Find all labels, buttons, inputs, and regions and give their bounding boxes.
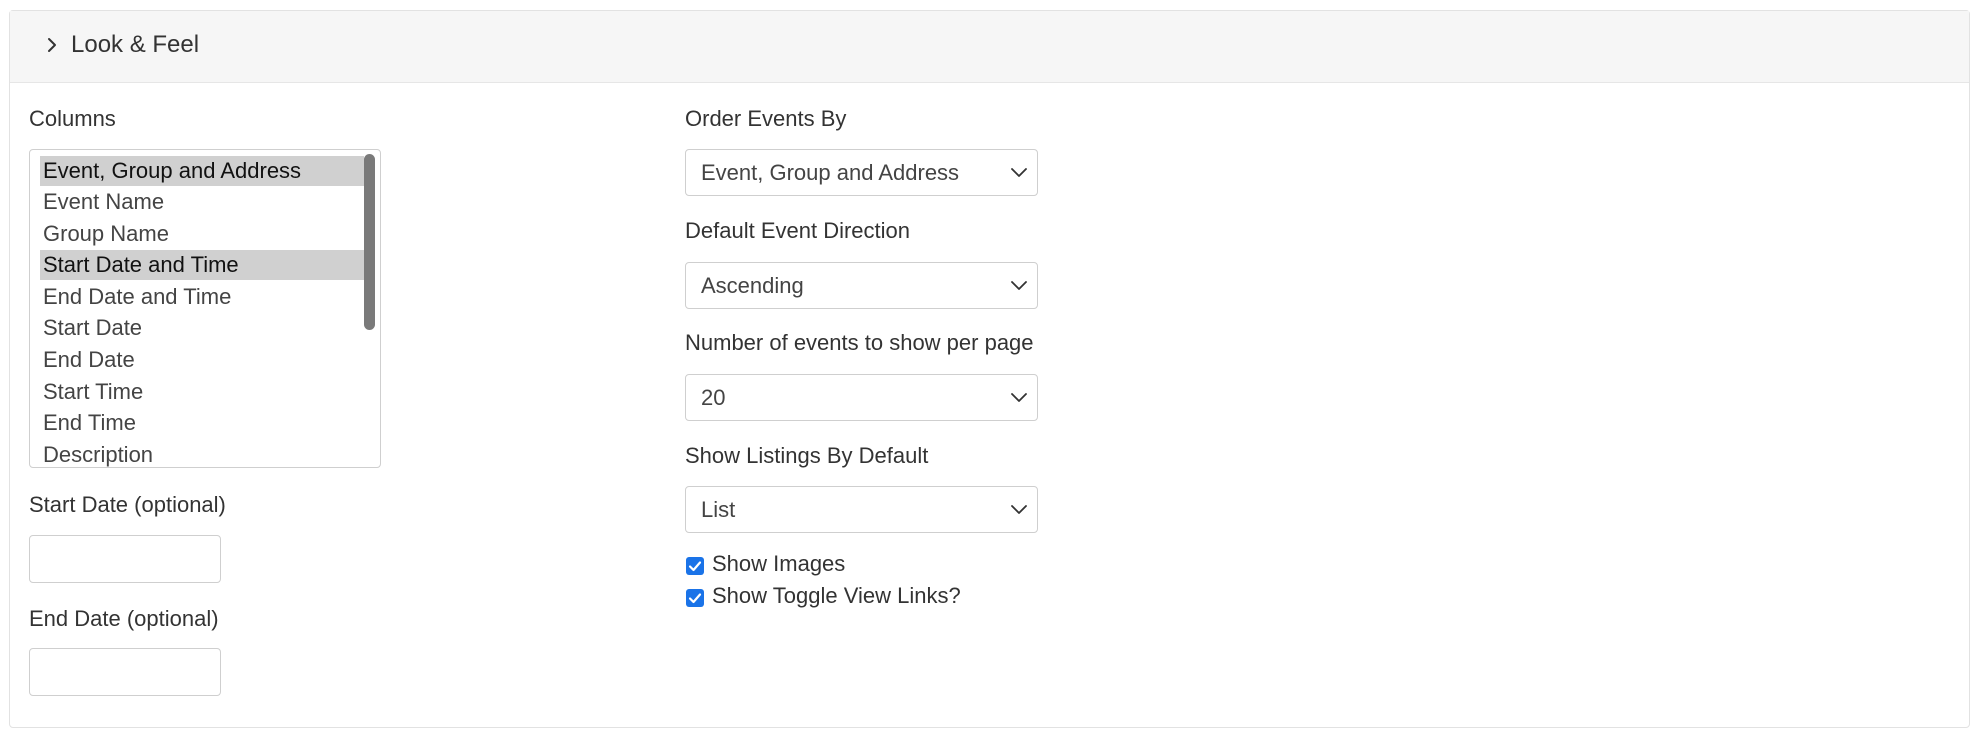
columns-option[interactable]: Group Name: [40, 219, 364, 249]
chevron-down-icon: [1011, 168, 1027, 177]
show-listings-label: Show Listings By Default: [685, 443, 929, 468]
columns-label: Columns: [29, 106, 116, 131]
chevron-down-icon: [1011, 281, 1027, 290]
end-date-input[interactable]: [29, 648, 221, 696]
columns-option[interactable]: Event, Group and Address: [40, 156, 364, 186]
check-icon: [688, 561, 702, 572]
show-images-checkbox[interactable]: [686, 557, 704, 575]
start-date-input[interactable]: [29, 535, 221, 583]
show-listings-select[interactable]: List: [685, 486, 1038, 533]
columns-option[interactable]: Start Time: [40, 377, 364, 407]
columns-option[interactable]: Start Date and Time: [40, 250, 364, 280]
events-per-page-select[interactable]: 20: [685, 374, 1038, 421]
columns-option[interactable]: End Date: [40, 345, 364, 375]
show-toggle-checkbox[interactable]: [686, 589, 704, 607]
panel-header[interactable]: Look & Feel: [10, 11, 1969, 83]
columns-option[interactable]: End Time: [40, 408, 364, 438]
columns-option[interactable]: Description: [40, 440, 364, 467]
order-events-select[interactable]: Event, Group and Address: [685, 149, 1038, 196]
columns-option[interactable]: Event Name: [40, 187, 364, 217]
chevron-down-icon: [1011, 505, 1027, 514]
listbox-scrollbar[interactable]: [364, 154, 375, 330]
chevron-down-icon: [1011, 393, 1027, 402]
order-events-value: Event, Group and Address: [701, 160, 960, 185]
chevron-right-icon[interactable]: [42, 35, 62, 55]
columns-multiselect[interactable]: Event, Group and Address Event Name Grou…: [29, 149, 381, 468]
default-direction-label: Default Event Direction: [685, 218, 910, 243]
check-icon: [688, 593, 702, 604]
show-images-label[interactable]: Show Images: [712, 551, 845, 577]
order-events-label: Order Events By: [685, 106, 847, 131]
events-per-page-label: Number of events to show per page: [685, 330, 1034, 355]
end-date-label: End Date (optional): [29, 606, 219, 631]
default-direction-select[interactable]: Ascending: [685, 262, 1038, 309]
default-direction-value: Ascending: [701, 273, 804, 298]
show-listings-value: List: [701, 497, 736, 522]
start-date-label: Start Date (optional): [29, 492, 226, 517]
show-toggle-label[interactable]: Show Toggle View Links?: [712, 583, 961, 609]
panel-title: Look & Feel: [71, 31, 200, 58]
columns-option[interactable]: Start Date: [40, 313, 364, 343]
events-per-page-value: 20: [701, 385, 726, 410]
columns-option[interactable]: End Date and Time: [40, 282, 364, 312]
